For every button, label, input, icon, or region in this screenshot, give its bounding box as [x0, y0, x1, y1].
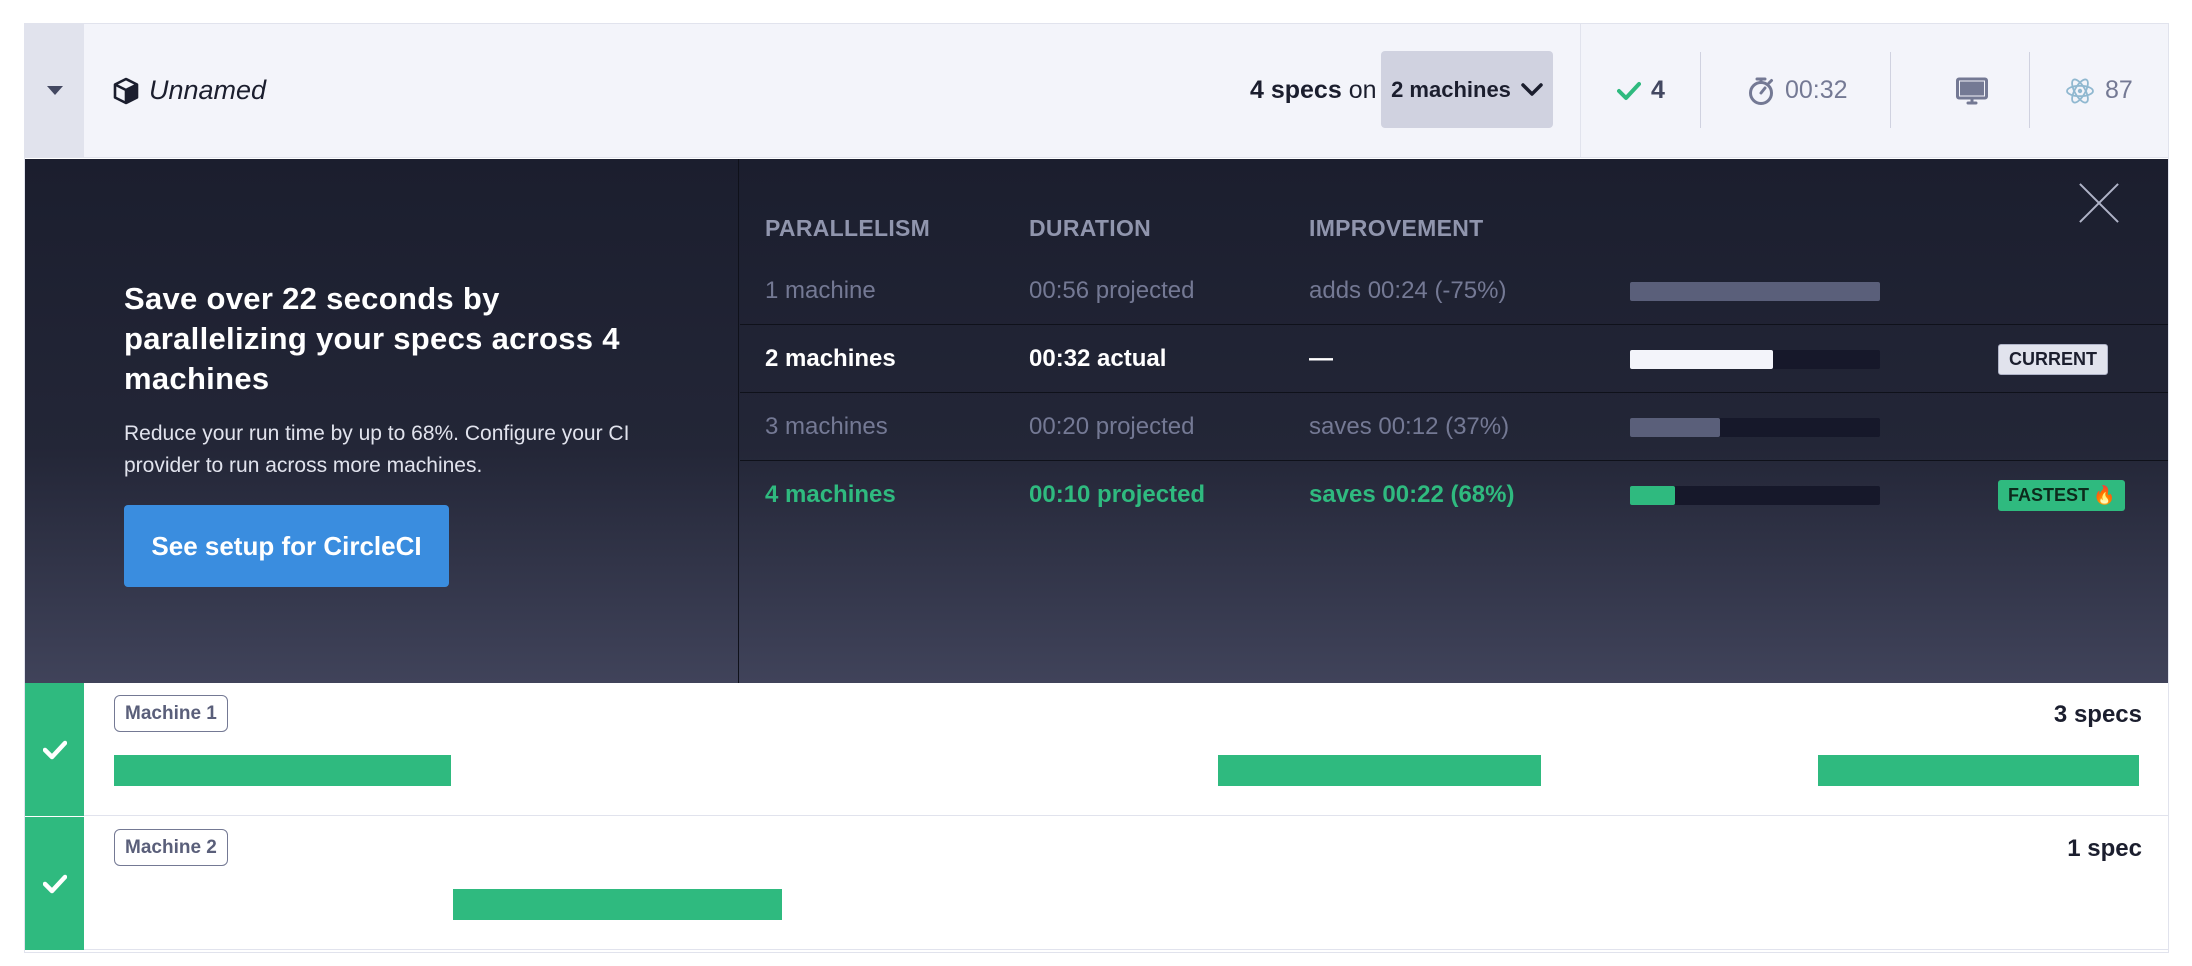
column-header-duration: DURATION — [1029, 215, 1152, 241]
machine-status — [25, 817, 84, 950]
column-header-parallelism: PARALLELISM — [765, 215, 931, 241]
check-icon — [42, 874, 67, 893]
stopwatch-icon — [1749, 77, 1773, 105]
spec-bar[interactable] — [114, 755, 451, 786]
see-setup-button[interactable]: See setup for CircleCI — [124, 505, 449, 587]
fastest-badge: FASTEST 🔥 — [1998, 480, 2126, 511]
specs-summary: 4 specs on — [1250, 24, 1377, 157]
table-row[interactable]: 2 machines 00:32 actual — CURRENT — [740, 325, 2168, 393]
machine-row: Machine 2 1 spec — [25, 817, 2168, 950]
stat-divider — [1700, 52, 1701, 128]
table-row[interactable]: 4 machines 00:10 projected saves 00:22 (… — [740, 461, 2168, 529]
improvement-cell: saves 00:12 (37%) — [1309, 413, 1510, 440]
duration-bar-track — [1630, 486, 1880, 505]
run-title[interactable]: Unnamed — [113, 24, 266, 157]
run-header: Unnamed 4 specs on 2 machines 4 00:32 87 — [25, 24, 2168, 158]
stat-divider — [2029, 52, 2030, 128]
spec-bar[interactable] — [453, 889, 782, 920]
duration-cell: 00:10 projected — [1029, 481, 1206, 508]
table-row[interactable]: 3 machines 00:20 projected saves 00:12 (… — [740, 393, 2168, 461]
duration-bar-track — [1630, 418, 1880, 437]
duration-value: 00:32 — [1785, 76, 1848, 104]
cube-icon — [113, 77, 139, 104]
machine-label: Machine 1 — [114, 695, 228, 732]
duration-cell: 00:20 projected — [1029, 413, 1195, 440]
spec-bar[interactable] — [1818, 755, 2139, 786]
check-icon — [42, 740, 67, 759]
chevron-down-icon — [1521, 82, 1543, 96]
duration-bar-track — [1630, 282, 1880, 301]
machine-row: Machine 1 3 specs — [25, 683, 2168, 816]
duration-bar-track — [1630, 350, 1880, 369]
promo-copy: Save over 22 seconds by parallelizing yo… — [25, 159, 739, 683]
electron-icon — [2066, 78, 2094, 103]
improvement-cell: — — [1309, 345, 1333, 372]
improvement-cell: adds 00:24 (-75%) — [1309, 277, 1507, 304]
current-badge: CURRENT — [1998, 344, 2108, 375]
collapse-toggle[interactable] — [25, 24, 84, 157]
run-name: Unnamed — [149, 75, 267, 105]
parallelism-cell: 1 machine — [765, 277, 876, 304]
stat-divider — [1890, 52, 1891, 128]
machine-spec-count: 1 spec — [2067, 835, 2142, 862]
monitor-icon — [1956, 77, 1988, 104]
promo-heading: Save over 22 seconds by parallelizing yo… — [124, 281, 620, 396]
specs-count: 4 specs — [1250, 76, 1342, 104]
machine-status — [25, 683, 84, 816]
fastest-badge-label: FASTEST — [2008, 485, 2090, 505]
parallelism-panel: Save over 22 seconds by parallelizing yo… — [25, 159, 2168, 683]
run-card: Unnamed 4 specs on 2 machines 4 00:32 87… — [24, 23, 2169, 953]
table-row[interactable]: 1 machine 00:56 projected adds 00:24 (-7… — [740, 257, 2168, 325]
machine-label: Machine 2 — [114, 829, 228, 866]
passed-count: 4 — [1651, 76, 1665, 104]
parallelism-cell: 2 machines — [765, 345, 896, 372]
caret-down-icon — [46, 86, 63, 95]
machines-dropdown[interactable]: 2 machines — [1381, 51, 1553, 128]
duration-cell: 00:32 actual — [1029, 345, 1167, 372]
browser-count: 87 — [2105, 76, 2133, 104]
header-divider — [1580, 24, 1581, 157]
duration-cell: 00:56 projected — [1029, 277, 1195, 304]
duration-bar-fill — [1630, 418, 1720, 437]
machines-dropdown-label: 2 machines — [1391, 76, 1511, 102]
current-badge-label: CURRENT — [2009, 349, 2097, 369]
duration-stat: 00:32 — [1747, 24, 1848, 157]
column-header-improvement: IMPROVEMENT — [1309, 215, 1484, 241]
specs-on-label: on — [1348, 76, 1377, 104]
parallelism-cell: 3 machines — [765, 413, 888, 440]
duration-bar-fill — [1630, 486, 1675, 505]
duration-bar-fill — [1630, 282, 1880, 301]
close-icon[interactable] — [2078, 182, 2120, 224]
promo-body: Reduce your run time by up to 68%. Confi… — [124, 422, 630, 477]
parallelism-cell: 4 machines — [765, 481, 896, 508]
os-stat — [1956, 24, 1988, 157]
check-icon — [1617, 81, 1641, 100]
passed-stat: 4 — [1617, 24, 1665, 157]
duration-bar-fill — [1630, 350, 1773, 369]
machine-spec-count: 3 specs — [2053, 701, 2142, 728]
fire-icon: 🔥 — [2093, 485, 2116, 505]
browser-stat: 87 — [2065, 24, 2133, 157]
improvement-cell: saves 00:22 (68%) — [1309, 481, 1515, 508]
spec-bar[interactable] — [1218, 755, 1541, 786]
